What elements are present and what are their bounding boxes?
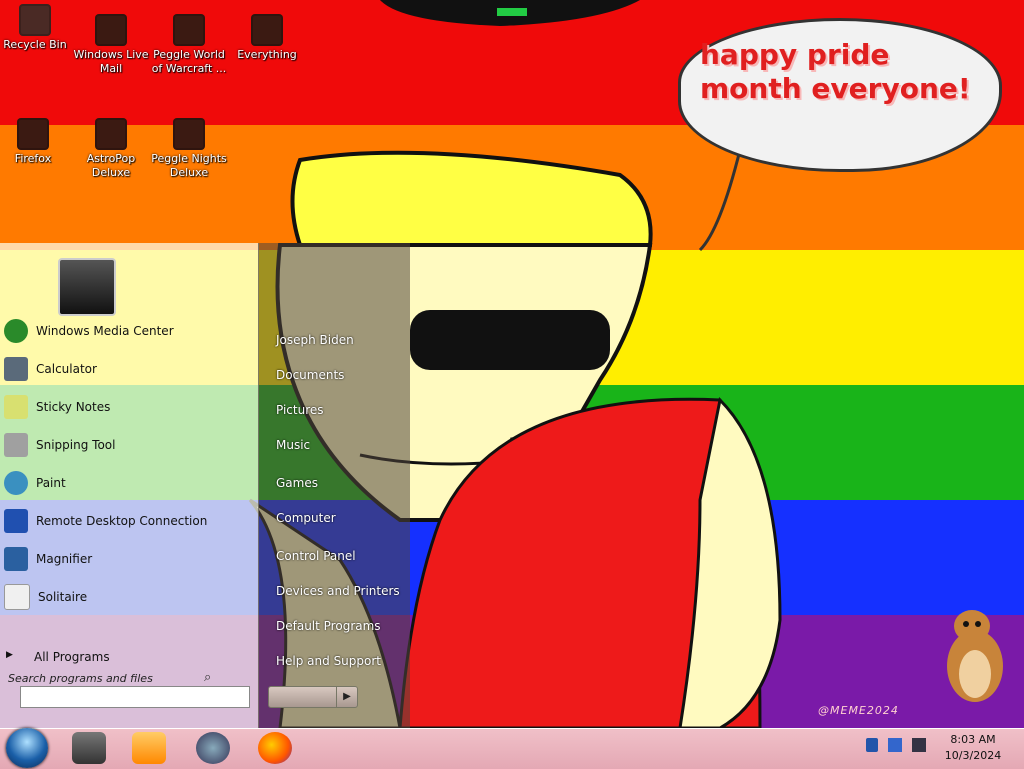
desktop-icon-label: Peggle World of Warcraft ...: [151, 48, 227, 75]
search-placeholder: Search programs and files: [8, 672, 153, 685]
start-item-snipping-tool[interactable]: Snipping Tool: [0, 430, 240, 460]
peggle-icon: [173, 14, 205, 46]
start-item-label: Remote Desktop Connection: [36, 514, 208, 528]
peggle-nights-icon: [173, 118, 205, 150]
desktop-icon-mail[interactable]: Windows Live Mail: [72, 14, 150, 76]
sticky-notes-icon: [4, 395, 28, 419]
start-button[interactable]: [6, 728, 48, 768]
hamster-icon: [947, 610, 1003, 702]
start-item-magnifier[interactable]: Magnifier: [0, 544, 240, 574]
game-icon[interactable]: [196, 732, 230, 764]
shutdown-options-icon[interactable]: ▶: [336, 687, 357, 707]
paint-icon: [4, 471, 28, 495]
desktop-icon-recycle-bin[interactable]: Recycle Bin: [0, 4, 74, 52]
media-player-icon[interactable]: [132, 732, 166, 764]
all-programs-label: All Programs: [34, 650, 110, 664]
desktop-icon-peggle-nights[interactable]: Peggle Nights Deluxe: [150, 118, 228, 180]
desktop-icon-everything[interactable]: Everything: [228, 14, 306, 62]
start-link-control-panel[interactable]: Control Panel: [276, 549, 356, 563]
start-link-games[interactable]: Games: [276, 476, 318, 490]
start-item-label: Windows Media Center: [36, 324, 174, 338]
start-item-media-center[interactable]: Windows Media Center: [0, 316, 240, 346]
desktop-icon-label: Firefox: [14, 152, 52, 165]
desktop-icon-label: AstroPop Deluxe: [86, 152, 136, 179]
all-programs-button[interactable]: ▶ All Programs: [6, 648, 246, 666]
astropop-icon: [95, 118, 127, 150]
magnifier-icon: [4, 547, 28, 571]
start-item-calculator[interactable]: Calculator: [0, 354, 240, 384]
start-item-label: Sticky Notes: [36, 400, 111, 414]
start-item-remote-desktop[interactable]: Remote Desktop Connection: [0, 506, 240, 536]
start-item-label: Calculator: [36, 362, 97, 376]
start-link-devices-printers[interactable]: Devices and Printers: [276, 584, 400, 598]
speech-bubble-text: happy pride month everyone!: [700, 38, 971, 105]
desktop-icon-astropop[interactable]: AstroPop Deluxe: [72, 118, 150, 180]
taskbar-clock[interactable]: 8:03 AM 10/3/2024: [940, 732, 1006, 764]
start-link-computer[interactable]: Computer: [276, 511, 336, 525]
snipping-tool-icon: [4, 433, 28, 457]
desktop-icon-label: Windows Live Mail: [73, 48, 149, 75]
firefox-icon: [17, 118, 49, 150]
start-item-label: Magnifier: [36, 552, 93, 566]
start-item-paint[interactable]: Paint: [0, 468, 240, 498]
media-center-icon: [4, 319, 28, 343]
start-search: Search programs and files ⌕: [6, 670, 250, 708]
search-icon: [251, 14, 283, 46]
clock-time: 8:03 AM: [950, 733, 996, 746]
start-item-sticky-notes[interactable]: Sticky Notes: [0, 392, 240, 422]
desktop-icon-label: Everything: [237, 48, 297, 61]
windows-explorer-icon[interactable]: [72, 732, 106, 764]
chevron-right-icon: ▶: [6, 650, 13, 660]
desktop-icon-label: Peggle Nights Deluxe: [151, 152, 227, 179]
system-tray[interactable]: [862, 734, 938, 758]
start-link-help-support[interactable]: Help and Support: [276, 654, 381, 668]
solitaire-icon: [4, 584, 30, 610]
desktop-icon-label: Recycle Bin: [3, 38, 67, 51]
start-item-label: Snipping Tool: [36, 438, 116, 452]
shutdown-button[interactable]: ▶: [268, 686, 358, 708]
desktop-icon-firefox[interactable]: Firefox: [0, 118, 72, 166]
remote-desktop-icon: [4, 509, 28, 533]
recycle-bin-icon: [19, 4, 51, 36]
start-item-solitaire[interactable]: Solitaire: [0, 582, 240, 612]
search-input[interactable]: [20, 686, 250, 708]
start-link-documents[interactable]: Documents: [276, 368, 344, 382]
mail-icon: [95, 14, 127, 46]
start-link-music[interactable]: Music: [276, 438, 310, 452]
firefox-icon[interactable]: [258, 732, 292, 764]
watermark-text: @MEME2024: [818, 704, 899, 717]
desktop-icon-peggle-wow[interactable]: Peggle World of Warcraft ...: [150, 14, 228, 76]
clock-date: 10/3/2024: [944, 749, 1002, 762]
network-icon[interactable]: [888, 738, 902, 752]
start-link-default-programs[interactable]: Default Programs: [276, 619, 381, 633]
user-picture-icon[interactable]: [58, 258, 116, 316]
start-link-pictures[interactable]: Pictures: [276, 403, 324, 417]
shield-icon[interactable]: [866, 738, 878, 752]
start-item-label: Solitaire: [38, 590, 88, 604]
start-link-user[interactable]: Joseph Biden: [276, 333, 354, 347]
volume-icon[interactable]: [912, 738, 926, 752]
search-icon: ⌕: [204, 670, 212, 685]
calculator-icon: [4, 357, 28, 381]
start-item-label: Paint: [36, 476, 66, 490]
